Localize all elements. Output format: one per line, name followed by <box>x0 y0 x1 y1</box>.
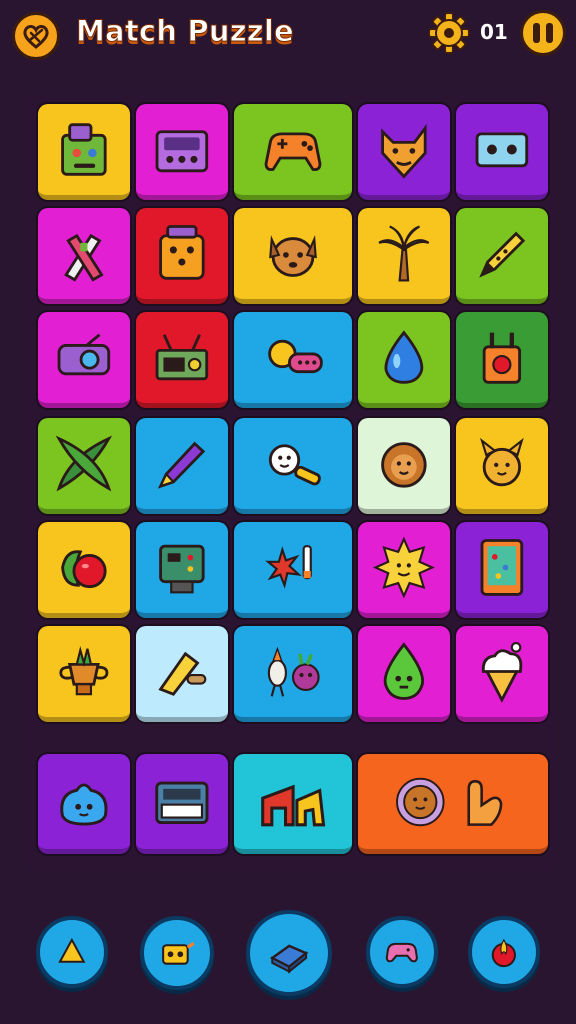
sun-remote-icon[interactable] <box>234 312 352 408</box>
palm-tree-icon[interactable] <box>358 208 450 304</box>
ice-cream-cone-icon[interactable] <box>456 626 548 722</box>
pause-icon <box>546 23 553 43</box>
keyboard-radio-icon[interactable] <box>136 754 228 854</box>
fox-face-icon[interactable] <box>358 104 450 200</box>
cherry-fruit-icon[interactable] <box>38 522 130 618</box>
lion-face-icon[interactable] <box>358 418 450 514</box>
score-counter: 01 <box>480 20 508 44</box>
cheese-wedge-icon[interactable] <box>36 916 108 988</box>
walkie-talkie-icon[interactable] <box>456 312 548 408</box>
top-bar: Match Puzzle 01 <box>0 0 576 70</box>
heart-swirl-icon[interactable] <box>12 12 60 60</box>
happy-sun-icon[interactable] <box>358 522 450 618</box>
chalk-roller-icon[interactable] <box>136 626 228 722</box>
bird-and-radish-icon[interactable] <box>234 626 352 722</box>
pencil-icon[interactable] <box>456 208 548 304</box>
cake-slice-icon[interactable] <box>246 910 332 996</box>
dice-box-icon[interactable] <box>136 208 228 304</box>
water-drop-icon[interactable] <box>358 312 450 408</box>
blue-slime-icon[interactable] <box>38 754 130 854</box>
green-drop-face-icon[interactable] <box>358 626 450 722</box>
cat-sun-icon[interactable] <box>456 418 548 514</box>
arch-blocks-icon[interactable] <box>234 754 352 854</box>
leaf-cross-icon[interactable] <box>38 418 130 514</box>
flame-ball-icon[interactable] <box>468 916 540 988</box>
crayon-cross-icon[interactable] <box>38 208 130 304</box>
splat-brush-icon[interactable] <box>234 522 352 618</box>
controller-icon[interactable] <box>366 916 438 988</box>
pause-icon <box>533 23 540 43</box>
radio-box-icon[interactable] <box>456 104 548 200</box>
pause-button[interactable] <box>520 10 566 56</box>
camera-radio-icon[interactable] <box>38 312 130 408</box>
powerup-bar <box>0 900 576 1024</box>
gamepad-icon[interactable] <box>234 104 352 200</box>
game-title: Match Puzzle <box>76 14 295 49</box>
trophy-plant-icon[interactable] <box>38 626 130 722</box>
robot-box-icon[interactable] <box>38 104 130 200</box>
arcade-cabinet-icon[interactable] <box>136 522 228 618</box>
retro-radio-icon[interactable] <box>136 312 228 408</box>
robot-head-icon[interactable] <box>140 916 214 990</box>
colorful-tablet-icon[interactable] <box>456 522 548 618</box>
lion-flower-and-hand-icon[interactable] <box>358 754 548 854</box>
smiling-sun-key-icon[interactable] <box>234 418 352 514</box>
gear-icon[interactable] <box>428 12 470 54</box>
puppy-face-icon[interactable] <box>234 208 352 304</box>
purple-crayon-icon[interactable] <box>136 418 228 514</box>
handheld-console-icon[interactable] <box>136 104 228 200</box>
